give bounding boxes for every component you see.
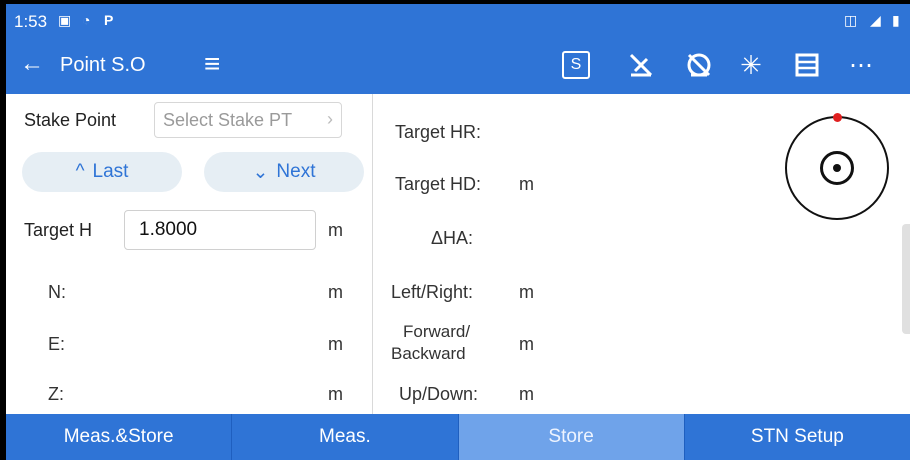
z-label: Z: xyxy=(48,384,64,404)
last-label: Last xyxy=(92,161,129,182)
forward-unit: m xyxy=(519,334,534,354)
target-hr-label: Target HR: xyxy=(395,122,482,142)
chevron-up-icon: ^ xyxy=(75,161,85,182)
status-bar: 1:53 ▣ ◔ P ◫ ◢ ▮ xyxy=(6,4,910,38)
target-hd-label: Target HD: xyxy=(395,174,482,194)
app-bar: ← Point S.O ≡ S ✳ ⋯ xyxy=(6,38,910,94)
side-scroll-handle[interactable] xyxy=(902,224,910,334)
left-right-unit: m xyxy=(519,282,534,302)
stake-point-label: Stake Point xyxy=(24,110,117,130)
target-h-input[interactable]: 1.8000 xyxy=(124,210,316,250)
status-time: 1:53 xyxy=(14,12,48,31)
e-label: E: xyxy=(48,334,66,354)
forward-label-line1: Forward/ xyxy=(403,322,471,341)
meas-button[interactable]: Meas. xyxy=(232,414,459,460)
forward-label-line2: Backward xyxy=(391,344,466,363)
battery-icon: ▮ xyxy=(892,12,900,28)
n-label: N: xyxy=(48,282,66,302)
gallery-icon: ▣ xyxy=(58,12,72,28)
e-unit: m xyxy=(328,334,343,354)
laser-off-icon[interactable] xyxy=(624,48,658,82)
bottom-action-bar: Meas.&Store Meas. Store STN Setup xyxy=(6,414,910,460)
n-unit: m xyxy=(328,282,343,302)
app-frame: 1:53 ▣ ◔ P ◫ ◢ ▮ ← Point S.O ≡ S ✳ ⋯ Sta… xyxy=(6,4,910,460)
prism-off-icon[interactable] xyxy=(682,48,716,82)
meas-store-button[interactable]: Meas.&Store xyxy=(6,414,233,460)
next-button[interactable]: ⌄ Next xyxy=(204,152,364,192)
target-hd-unit: m xyxy=(519,174,534,194)
target-h-unit: m xyxy=(328,220,343,240)
left-right-label: Left/Right: xyxy=(391,282,474,302)
stake-select-placeholder: Select Stake PT xyxy=(163,110,293,130)
s-box-icon[interactable]: S xyxy=(562,51,590,79)
more-icon[interactable]: ⋯ xyxy=(844,48,878,82)
page-title: Point S.O xyxy=(60,54,146,76)
compass-marker xyxy=(833,113,842,122)
laser-plummet-icon[interactable]: ✳ xyxy=(734,48,768,82)
store-button[interactable]: Store xyxy=(458,414,685,460)
hamburger-menu-icon[interactable]: ≡ xyxy=(204,48,220,80)
compass-dot xyxy=(833,164,841,172)
delta-ha-label: ΔHA: xyxy=(431,228,474,248)
up-down-unit: m xyxy=(519,384,534,404)
target-h-label: Target H xyxy=(24,220,93,240)
chevron-right-icon: › xyxy=(327,109,333,129)
parking-icon: P xyxy=(104,12,114,28)
signal-icon: ◢ xyxy=(870,12,881,28)
z-unit: m xyxy=(328,384,343,404)
data-list-icon[interactable] xyxy=(790,48,824,82)
cast-icon: ◫ xyxy=(844,12,858,28)
stn-setup-button[interactable]: STN Setup xyxy=(684,414,910,460)
stake-panel: Stake Point Select Stake PT › ^ Last ⌄ N… xyxy=(6,94,372,414)
up-down-label: Up/Down: xyxy=(399,384,479,404)
last-button[interactable]: ^ Last xyxy=(22,152,182,192)
stake-point-select[interactable]: Select Stake PT › xyxy=(154,102,342,138)
target-panel: Target HR: Target HD: m ΔHA: Left/Right:… xyxy=(373,94,910,414)
chevron-down-icon: ⌄ xyxy=(252,161,269,183)
wifi-icon: ◔ xyxy=(82,12,91,28)
compass-indicator xyxy=(785,113,889,220)
compass-center xyxy=(820,151,854,185)
back-arrow-icon[interactable]: ← xyxy=(20,50,44,78)
next-label: Next xyxy=(276,161,316,182)
